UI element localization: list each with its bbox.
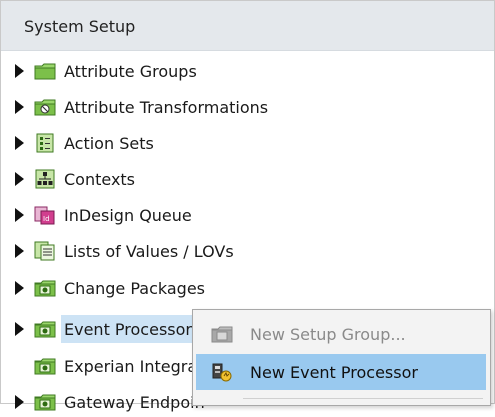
setup-group-icon <box>34 358 56 375</box>
expand-arrow-icon[interactable] <box>15 172 24 186</box>
tree-item-action-sets[interactable]: Action Sets <box>1 128 494 158</box>
svg-text:Id: Id <box>43 215 50 223</box>
setup-group-icon <box>34 280 56 297</box>
setup-group-icon <box>34 321 56 338</box>
context-menu: New Setup Group... New Event Processor <box>192 309 491 406</box>
expand-arrow-icon[interactable] <box>15 64 24 78</box>
panel-title: System Setup <box>24 17 136 36</box>
tree-item-attribute-transformations[interactable]: Attribute Transformations <box>1 92 494 122</box>
expand-arrow-icon[interactable] <box>15 208 24 222</box>
action-set-icon <box>36 133 54 153</box>
folder-green-icon <box>34 63 56 80</box>
tree-item-label: Gateway Endpoin <box>64 393 205 412</box>
tree-item-lists-of-values[interactable]: Lists of Values / LOVs <box>1 236 494 266</box>
tree-item-label: Contexts <box>64 170 136 189</box>
tree-item-label: Change Packages <box>64 279 205 298</box>
menu-separator <box>243 398 483 399</box>
tree-item-label: Lists of Values / LOVs <box>64 242 234 261</box>
indesign-icon: Id <box>34 206 55 225</box>
event-processor-icon <box>212 363 232 382</box>
expand-arrow-icon[interactable] <box>15 100 24 114</box>
expand-arrow-icon[interactable] <box>15 136 24 150</box>
expand-arrow-icon[interactable] <box>15 281 24 295</box>
menu-item-new-setup-group[interactable]: New Setup Group... <box>196 316 486 352</box>
setup-group-icon <box>211 326 233 343</box>
menu-item-label: New Event Processor <box>250 363 418 382</box>
lov-icon <box>34 241 55 261</box>
tree-item-label: Attribute Transformations <box>64 98 269 117</box>
tree-item-label: Experian Integrat <box>64 357 204 376</box>
expand-arrow-icon[interactable] <box>15 244 24 258</box>
menu-item-label: New Setup Group... <box>250 325 406 344</box>
tree-item-change-packages[interactable]: Change Packages <box>1 273 494 303</box>
expand-arrow-icon[interactable] <box>15 322 24 336</box>
contexts-icon <box>35 169 55 189</box>
panel-header: System Setup <box>1 1 494 51</box>
menu-item-new-event-processor[interactable]: New Event Processor <box>196 354 486 390</box>
tree-item-contexts[interactable]: Contexts <box>1 164 494 194</box>
tree-item-attribute-groups[interactable]: Attribute Groups <box>1 56 494 86</box>
expand-arrow-icon[interactable] <box>15 395 24 409</box>
tree-item-label: Action Sets <box>64 134 154 153</box>
tree-item-label: Event Processors <box>64 320 201 339</box>
tree-item-indesign-queue[interactable]: Id InDesign Queue <box>1 200 494 230</box>
transformation-icon <box>34 99 56 116</box>
setup-group-icon <box>34 394 56 411</box>
tree-item-label: InDesign Queue <box>64 206 192 225</box>
tree-item-label: Attribute Groups <box>64 62 197 81</box>
